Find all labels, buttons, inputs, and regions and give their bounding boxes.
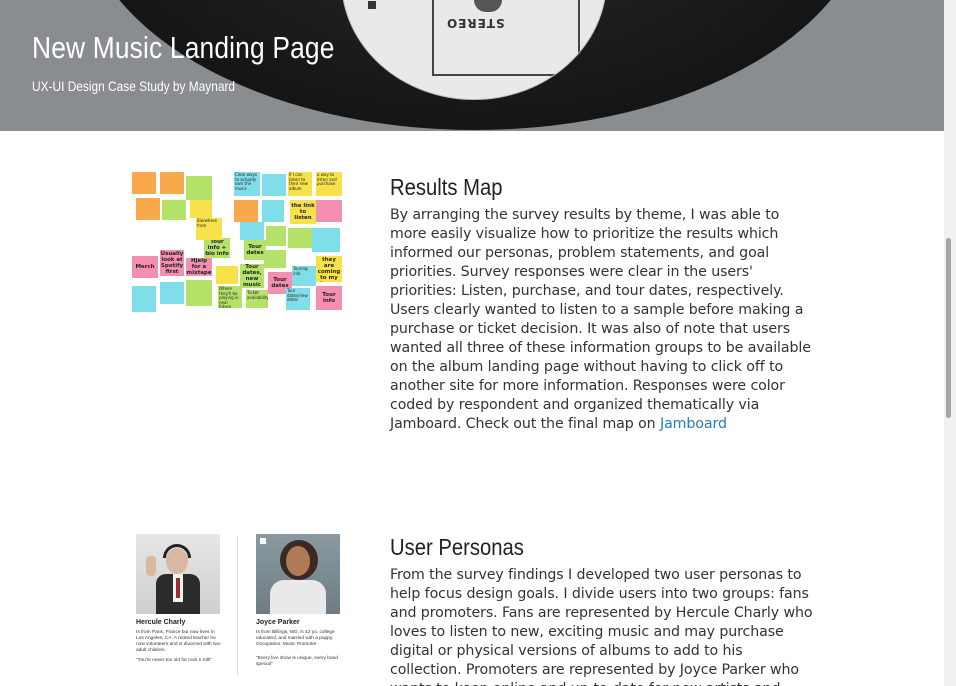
sticky-note: Tour info + bio info [204, 238, 230, 258]
sticky-note: Ticket availability [246, 290, 268, 308]
page-title: New Music Landing Page [32, 30, 335, 65]
sticky-note [288, 228, 312, 248]
sticky-note [136, 198, 160, 220]
scrollbar-thumb[interactable] [946, 238, 951, 418]
persona-photo-joyce [256, 534, 340, 614]
persona-name-joyce: Joyce Parker [256, 619, 300, 626]
persona-photo-hercule [136, 534, 220, 614]
sticky-note [262, 200, 284, 222]
persona-quote-joyce: "Every live show is unique, every band s… [256, 656, 338, 667]
page-subtitle: UX-UI Design Case Study by Maynard [32, 78, 236, 94]
results-map-body: By arranging the survey results by theme… [390, 206, 813, 434]
sticky-note: Where they'll be playing in near future [218, 286, 242, 308]
record-label-mark [368, 1, 376, 9]
user-personas-body: From the survey findings I developed two… [390, 567, 813, 686]
sticky-note: the link to listen [290, 200, 316, 224]
sticky-note: Merch [132, 256, 158, 278]
sticky-note: Bio/where from [196, 218, 222, 240]
sticky-note: Hjelp for a mixtape [186, 258, 212, 276]
sticky-note: Tour dates [244, 240, 266, 260]
sticky-note [162, 200, 186, 220]
hero-banner: STEREO New Music Landing Page UX-UI Desi… [0, 0, 944, 131]
sticky-note: Tour dates, new music [240, 264, 264, 288]
sticky-note [262, 174, 286, 196]
record-label-text: STEREO [446, 16, 505, 30]
sticky-note [160, 172, 184, 194]
sticky-note [190, 200, 212, 218]
sticky-note [264, 250, 286, 268]
sticky-note [234, 200, 258, 222]
sticky-note [240, 222, 264, 240]
sticky-note: Tour. If they are coming to my town. [316, 256, 342, 282]
sticky-note: Touring info [292, 266, 316, 286]
results-map-heading: Results Map [390, 174, 503, 200]
persona-description-hercule: Is from Paris, France but now lives in L… [136, 630, 221, 653]
sticky-note [132, 286, 156, 312]
sticky-note: Clear ways to actually own the music [234, 172, 260, 196]
results-map-text: By arranging the survey results by theme… [390, 207, 811, 432]
user-personas-heading: User Personas [390, 534, 524, 560]
sticky-note: Usually look at Spotify first [160, 250, 184, 276]
persona-description-joyce: Is from Billings, MO, is 42 yo, college … [256, 630, 335, 647]
persona-name-hercule: Hercule Charly [136, 619, 186, 626]
sticky-note: Tour dates/new dates [286, 288, 310, 310]
results-map-image: Tour info + bio info Tour dates the link t… [132, 170, 342, 317]
record-label-box [432, 0, 580, 76]
user-personas-image: Hercule Charly Is from Paris, France but… [132, 532, 344, 682]
sticky-note [216, 266, 238, 284]
sticky-note: If I can listen to their new album [288, 172, 312, 196]
sticky-note [186, 176, 212, 200]
sticky-note [160, 282, 184, 304]
sticky-note [186, 280, 212, 306]
jamboard-link[interactable]: Jamboard [660, 416, 727, 432]
sticky-note [316, 200, 342, 222]
sticky-note: Tour info [316, 286, 342, 310]
sticky-note [312, 228, 340, 252]
sticky-note: a way to listen and purchase [316, 172, 342, 196]
sticky-note [266, 226, 286, 246]
persona-quote-hercule: "You're never too old for rock n roll!" [136, 658, 213, 663]
sticky-note [132, 172, 156, 194]
